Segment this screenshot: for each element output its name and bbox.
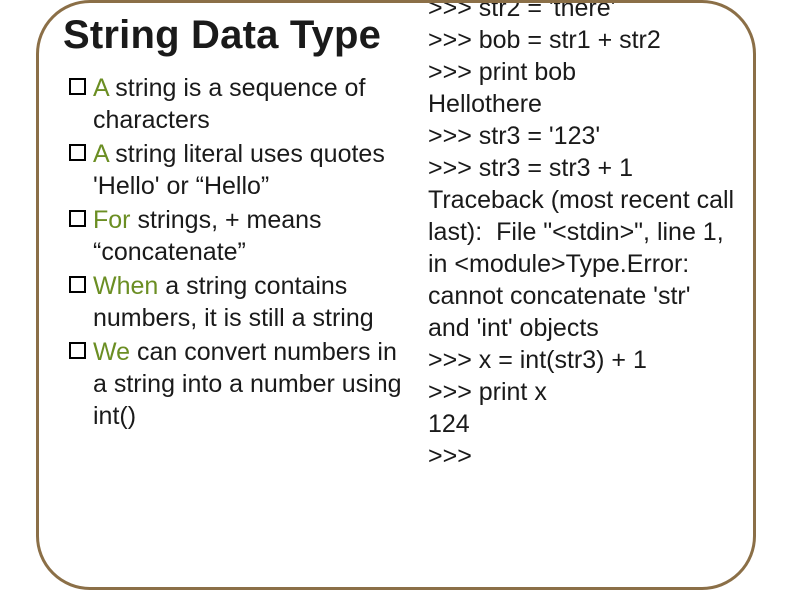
bullet-list: A string is a sequence of characters A s… <box>63 72 416 432</box>
bullet-lead: We <box>93 338 130 366</box>
bullet-lead: When <box>93 272 158 300</box>
checkbox-icon <box>69 276 86 293</box>
bullet-text: can convert numbers in a string into a n… <box>93 338 402 430</box>
list-item: For strings, + means “concatenate” <box>63 204 416 268</box>
code-example: >>> str1 = "Hello” >>> str2 = 'there' >>… <box>428 0 738 472</box>
bullet-lead: A <box>93 140 108 168</box>
list-item: When a string contains numbers, it is st… <box>63 270 416 334</box>
bullet-text: string is a sequence of characters <box>93 74 365 134</box>
checkbox-icon <box>69 210 86 227</box>
bullet-lead: For <box>93 206 131 234</box>
right-column: >>> str1 = "Hello” >>> str2 = 'there' >>… <box>428 72 738 472</box>
slide-columns: A string is a sequence of characters A s… <box>63 72 729 472</box>
checkbox-icon <box>69 78 86 95</box>
list-item: A string literal uses quotes 'Hello' or … <box>63 138 416 202</box>
bullet-text: string literal uses quotes 'Hello' or “H… <box>93 140 385 200</box>
checkbox-icon <box>69 342 86 359</box>
bullet-lead: A <box>93 74 108 102</box>
left-column: A string is a sequence of characters A s… <box>63 72 416 472</box>
list-item: A string is a sequence of characters <box>63 72 416 136</box>
checkbox-icon <box>69 144 86 161</box>
slide-frame: String Data Type A string is a sequence … <box>36 0 756 590</box>
list-item: We can convert numbers in a string into … <box>63 336 416 432</box>
